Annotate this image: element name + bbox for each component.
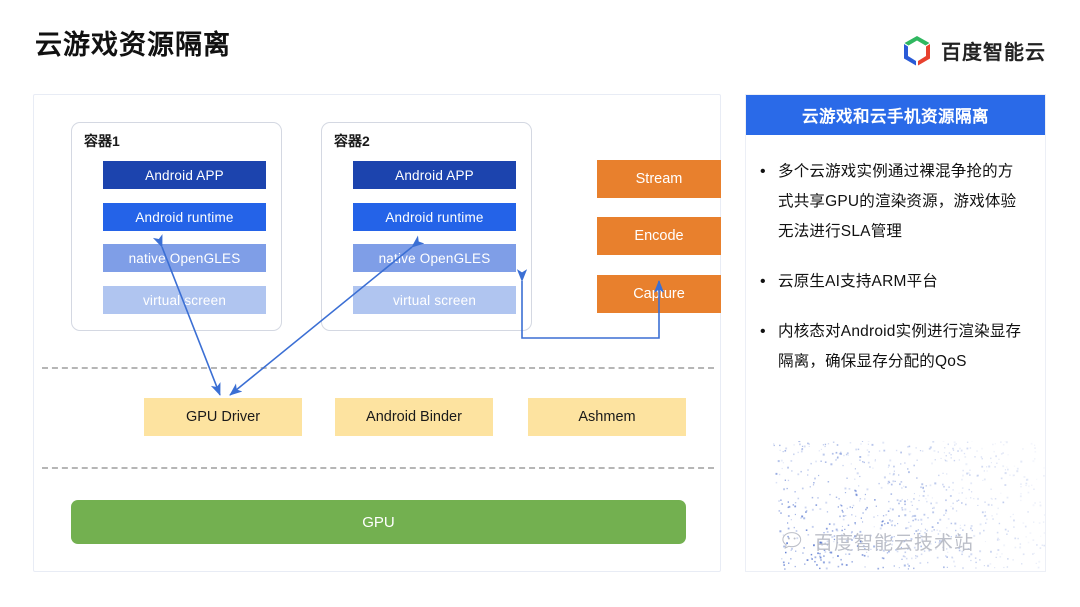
layer-divider-top — [42, 367, 714, 369]
list-item: • 内核态对Android实例进行渲染显存隔离，确保显存分配的QoS — [760, 317, 1025, 377]
watermark-label: 百度智能云技术站 — [782, 528, 974, 555]
page-title: 云游戏资源隔离 — [35, 29, 231, 61]
architecture-diagram: 容器1 Android APP Android runtime native O… — [33, 94, 721, 572]
pipeline-box-encode: Encode — [597, 217, 721, 255]
container-2-layer-android-app: Android APP — [353, 161, 516, 189]
pipeline-box-stream: Stream — [597, 160, 721, 198]
brand-name: 百度智能云 — [941, 36, 1046, 65]
side-panel-bullet-list: • 多个云游戏实例通过裸混争抢的方式共享GPU的渲染资源，游戏体验无法进行SLA… — [746, 135, 1045, 377]
bullet-marker-icon: • — [760, 267, 778, 297]
baidu-cloud-hexagon-icon — [902, 34, 932, 66]
container-box-1: 容器1 Android APP Android runtime native O… — [71, 122, 282, 331]
side-panel: 云游戏和云手机资源隔离 • 多个云游戏实例通过裸混争抢的方式共享GPU的渲染资源… — [745, 94, 1046, 572]
wechat-icon — [782, 531, 808, 552]
list-item: • 云原生AI支持ARM平台 — [760, 267, 1025, 297]
container-box-2: 容器2 Android APP Android runtime native O… — [321, 122, 532, 331]
bullet-marker-icon: • — [760, 317, 778, 347]
hardware-bar-gpu: GPU — [71, 500, 686, 544]
bullet-marker-icon: • — [760, 157, 778, 187]
bullet-text-1: 多个云游戏实例通过裸混争抢的方式共享GPU的渲染资源，游戏体验无法进行SLA管理 — [778, 157, 1025, 247]
container-2-layer-virtual-screen: virtual screen — [353, 286, 516, 314]
bullet-text-3: 内核态对Android实例进行渲染显存隔离，确保显存分配的QoS — [778, 317, 1025, 377]
pipeline-box-capture: Capture — [597, 275, 721, 313]
watermark-text: 百度智能云技术站 — [814, 528, 974, 555]
container-1-layer-virtual-screen: virtual screen — [103, 286, 266, 314]
slide-root: 云游戏资源隔离 百度智能云 容器1 Android APP Android ru… — [0, 0, 1080, 607]
container-2-title: 容器2 — [334, 131, 370, 151]
kernel-box-android-binder: Android Binder — [335, 398, 493, 436]
container-1-layer-android-app: Android APP — [103, 161, 266, 189]
container-1-layer-native-opengles: native OpenGLES — [103, 244, 266, 272]
container-2-layer-native-opengles: native OpenGLES — [353, 244, 516, 272]
brand-lockup: 百度智能云 — [902, 34, 1046, 66]
side-panel-title: 云游戏和云手机资源隔离 — [746, 95, 1045, 135]
bullet-text-2: 云原生AI支持ARM平台 — [778, 267, 938, 297]
layer-divider-bottom — [42, 467, 714, 469]
container-1-title: 容器1 — [84, 131, 120, 151]
container-2-layer-android-runtime: Android runtime — [353, 203, 516, 231]
list-item: • 多个云游戏实例通过裸混争抢的方式共享GPU的渲染资源，游戏体验无法进行SLA… — [760, 157, 1025, 247]
kernel-box-ashmem: Ashmem — [528, 398, 686, 436]
kernel-box-gpu-driver: GPU Driver — [144, 398, 302, 436]
container-1-layer-android-runtime: Android runtime — [103, 203, 266, 231]
